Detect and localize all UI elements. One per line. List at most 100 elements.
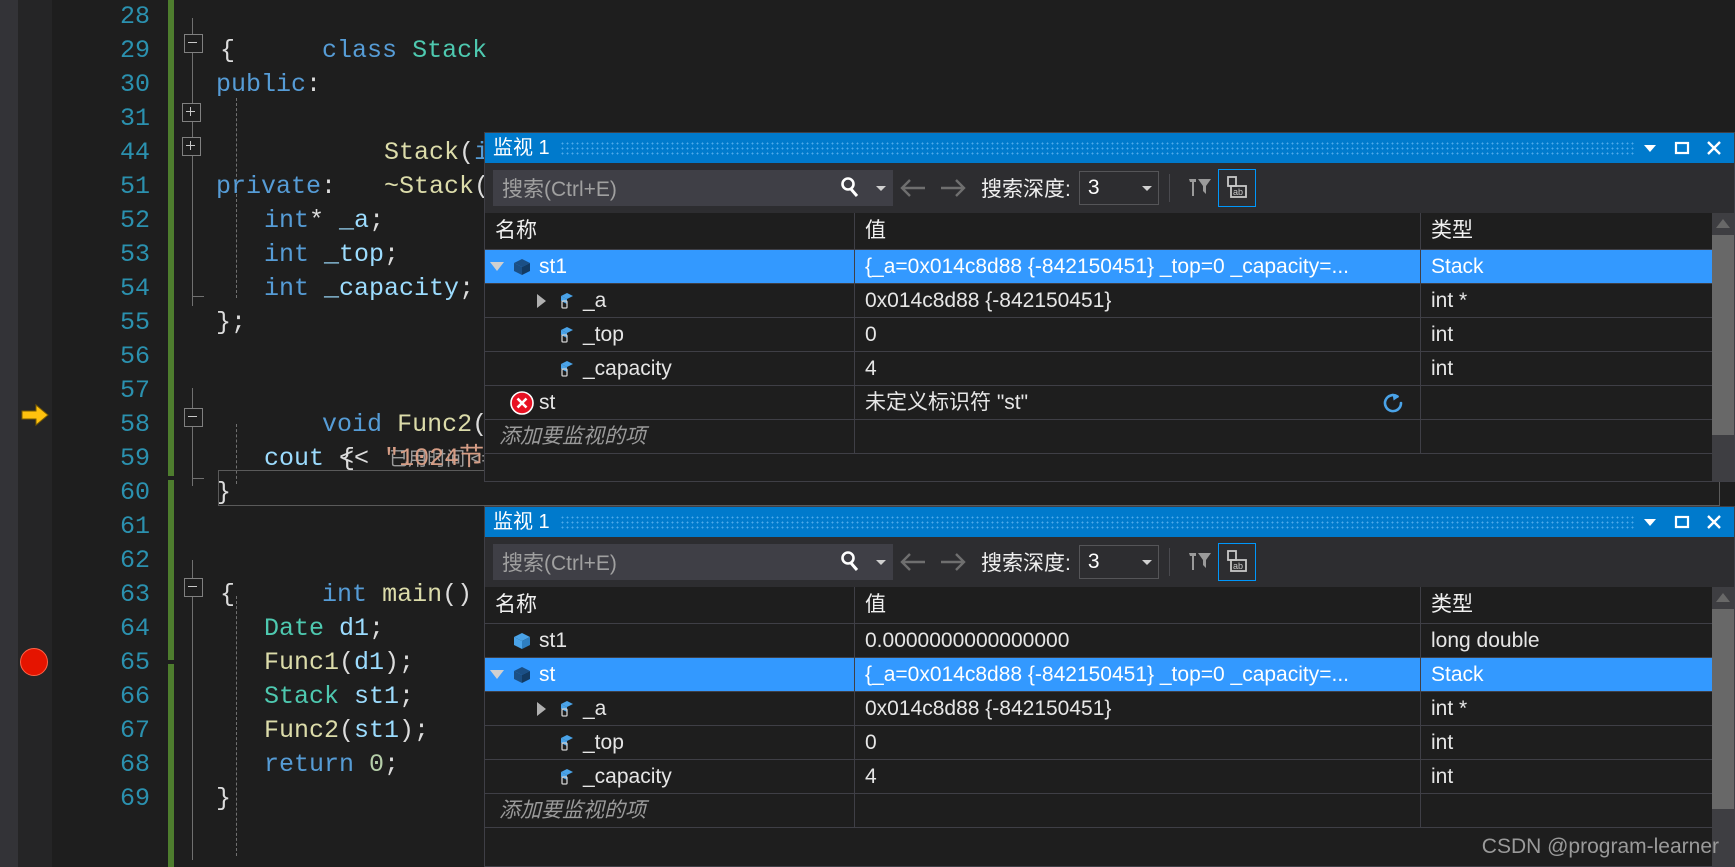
watch1-chevron-down-icon[interactable] (1634, 134, 1666, 162)
watch2-add-item-row[interactable]: 添加要监视的项 (485, 794, 1734, 828)
code-line[interactable]: { (220, 34, 235, 68)
table-row[interactable]: _top 0 int (485, 318, 1734, 352)
row-expander[interactable] (529, 293, 553, 308)
pin-filter-icon[interactable] (1180, 543, 1218, 581)
watch1-close-icon[interactable] (1698, 134, 1730, 162)
table-row[interactable]: _top 0 int (485, 726, 1734, 760)
scrollbar-thumb[interactable] (1712, 609, 1734, 809)
watch1-col-value[interactable]: 值 (855, 213, 1421, 249)
code-line[interactable]: { (220, 578, 235, 612)
code-line[interactable]: Func2(st1); (264, 714, 429, 748)
watch2-title-bar[interactable]: 监视 1 (485, 507, 1734, 537)
tab-display-icon[interactable]: ab (1217, 169, 1256, 207)
table-row[interactable]: st1 {_a=0x014c8d88 {-842150451} _top=0 _… (485, 250, 1734, 284)
search-options-chevron-down-icon[interactable] (870, 171, 892, 205)
row-expander[interactable] (485, 670, 509, 679)
row-value[interactable]: 0x014c8d88 {-842150451} (855, 284, 1421, 317)
watch2-close-icon[interactable] (1698, 508, 1730, 536)
watch1-maximize-icon[interactable] (1666, 134, 1698, 162)
row-value[interactable]: 0 (855, 318, 1421, 351)
row-value[interactable]: 4 (855, 760, 1421, 793)
watch2-depth-select[interactable]: 3 (1078, 545, 1159, 579)
row-expander[interactable] (485, 262, 509, 271)
watch1-toolbar[interactable]: 搜索(Ctrl+E) 搜索深度: 3 ab (485, 163, 1734, 213)
watch1-depth-value: 3 (1087, 176, 1100, 199)
watch1-add-item-value[interactable] (855, 420, 1421, 453)
code-line[interactable]: private: (216, 170, 336, 204)
watch1-grid[interactable]: 名称 值 类型 st1 {_a=0x014c8d88 {-842150451} … (485, 213, 1734, 481)
row-value[interactable]: 0 (855, 726, 1421, 759)
code-line[interactable]: return 0; (264, 748, 399, 782)
scroll-up-icon[interactable] (1716, 593, 1730, 602)
row-value[interactable]: {_a=0x014c8d88 {-842150451} _top=0 _capa… (855, 658, 1421, 691)
watch1-depth-chevron-down-icon[interactable] (1136, 181, 1158, 195)
watch2-search-forward-button[interactable] (933, 544, 973, 580)
code-line[interactable]: }; (216, 306, 246, 340)
code-line[interactable]: int _top; (264, 238, 399, 272)
table-row[interactable]: _a 0x014c8d88 {-842150451} int * (485, 692, 1734, 726)
row-value[interactable]: 0.0000000000000000 (855, 624, 1421, 657)
table-row[interactable]: _a 0x014c8d88 {-842150451} int * (485, 284, 1734, 318)
watch2-col-value[interactable]: 值 (855, 587, 1421, 623)
table-row[interactable]: st {_a=0x014c8d88 {-842150451} _top=0 _c… (485, 658, 1734, 692)
table-row[interactable]: _capacity 4 int (485, 352, 1734, 386)
code-line[interactable]: int _capacity; (264, 272, 474, 306)
breakpoint-marker[interactable] (20, 648, 48, 676)
watch2-col-name[interactable]: 名称 (485, 587, 855, 623)
watch1-add-item-placeholder[interactable]: 添加要监视的项 (485, 420, 855, 453)
table-row-error[interactable]: st 未定义标识符 "st" (485, 386, 1734, 420)
watch1-vertical-scrollbar[interactable] (1712, 213, 1734, 481)
watch2-chevron-down-icon[interactable] (1634, 508, 1666, 536)
code-line[interactable]: public: (216, 68, 321, 102)
search-icon[interactable] (832, 545, 870, 579)
table-row[interactable]: st1 0.0000000000000000 long double (485, 624, 1734, 658)
table-row[interactable]: _capacity 4 int (485, 760, 1734, 794)
row-value[interactable]: 0x014c8d88 {-842150451} (855, 692, 1421, 725)
watch-window-2[interactable]: 监视 1 搜索(Ctrl+E) 搜索深度: 3 ab 名称 值 类型 st1 0… (484, 506, 1735, 867)
watch1-depth-select[interactable]: 3 (1078, 171, 1159, 205)
row-value[interactable]: {_a=0x014c8d88 {-842150451} _top=0 _capa… (855, 250, 1421, 283)
watch2-maximize-icon[interactable] (1666, 508, 1698, 536)
code-line[interactable]: Func1(d1); (264, 646, 414, 680)
watch2-search-input[interactable]: 搜索(Ctrl+E) (493, 544, 893, 580)
watch2-grid[interactable]: 名称 值 类型 st1 0.0000000000000000 long doub… (485, 587, 1734, 866)
watch2-toolbar[interactable]: 搜索(Ctrl+E) 搜索深度: 3 ab (485, 537, 1734, 587)
watch2-drag-dots[interactable] (559, 515, 1634, 529)
scrollbar-thumb[interactable] (1712, 235, 1734, 435)
watch2-add-item-value[interactable] (855, 794, 1421, 827)
code-line[interactable]: Date d1; (264, 612, 384, 646)
watch1-drag-dots[interactable] (559, 141, 1634, 155)
code-line[interactable]: int* _a; (264, 204, 384, 238)
watch1-title-bar[interactable]: 监视 1 (485, 133, 1734, 163)
scroll-up-icon[interactable] (1716, 219, 1730, 228)
watch-window-1[interactable]: 监视 1 搜索(Ctrl+E) 搜索深度: 3 ab 名称 值 类型 st1 {… (484, 132, 1735, 482)
pin-filter-icon[interactable] (1180, 169, 1218, 207)
watch2-depth-chevron-down-icon[interactable] (1136, 555, 1158, 569)
search-options-chevron-down-icon[interactable] (870, 545, 892, 579)
fold-minus-icon[interactable] (184, 578, 203, 597)
watch1-col-type[interactable]: 类型 (1421, 213, 1714, 249)
fold-minus-icon[interactable] (184, 34, 203, 53)
tab-display-icon[interactable]: ab (1217, 543, 1256, 581)
row-value[interactable]: 未定义标识符 "st" (855, 386, 1421, 419)
fold-minus-icon[interactable] (184, 408, 203, 427)
watch1-search-back-button[interactable] (893, 170, 933, 206)
watch2-search-back-button[interactable] (893, 544, 933, 580)
line-number: 60 (119, 478, 150, 507)
fold-plus-icon[interactable] (182, 103, 201, 122)
fold-plus-icon[interactable] (182, 137, 201, 156)
editor-breakpoint-margin[interactable] (18, 0, 52, 867)
watch2-vertical-scrollbar[interactable] (1712, 587, 1734, 866)
row-expander[interactable] (529, 701, 553, 716)
code-line[interactable]: } (216, 782, 231, 816)
watch2-col-type[interactable]: 类型 (1421, 587, 1714, 623)
code-line[interactable]: Stack st1; (264, 680, 414, 714)
watch2-add-item-placeholder[interactable]: 添加要监视的项 (485, 794, 855, 827)
refresh-icon[interactable] (1380, 390, 1406, 419)
watch1-search-forward-button[interactable] (933, 170, 973, 206)
search-icon[interactable] (832, 171, 870, 205)
row-value[interactable]: 4 (855, 352, 1421, 385)
watch1-add-item-row[interactable]: 添加要监视的项 (485, 420, 1734, 454)
watch1-search-input[interactable]: 搜索(Ctrl+E) (493, 170, 893, 206)
watch1-col-name[interactable]: 名称 (485, 213, 855, 249)
